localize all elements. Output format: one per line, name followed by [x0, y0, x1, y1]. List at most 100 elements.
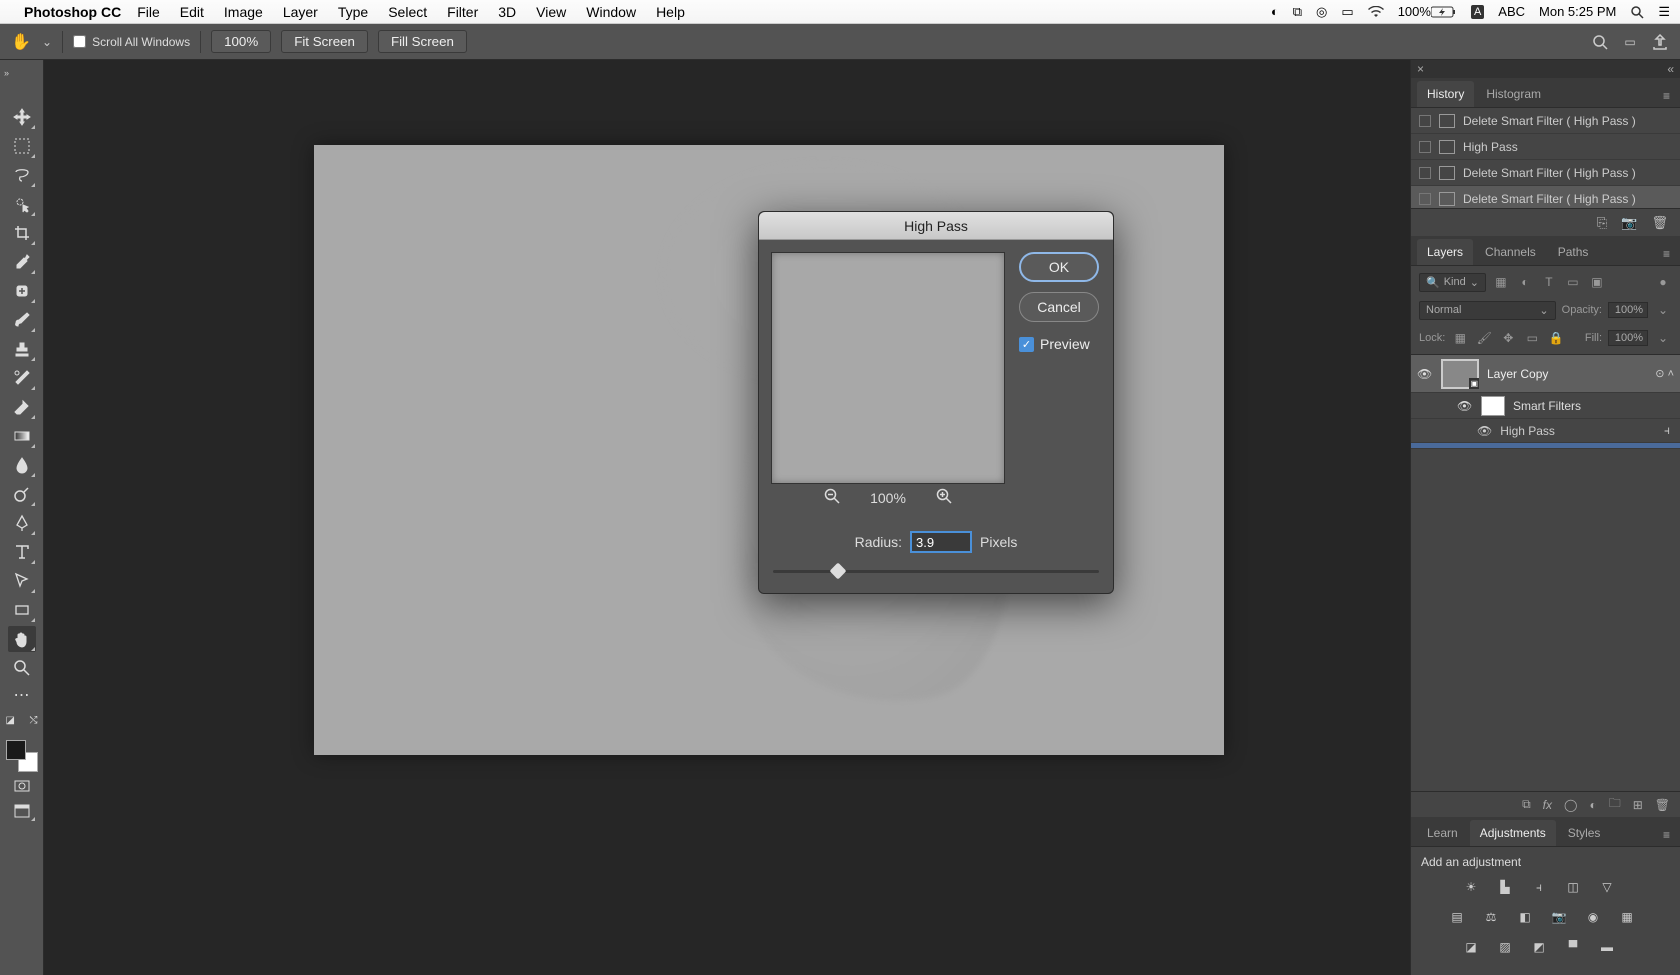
channel-mixer-icon[interactable]: ◉ [1583, 907, 1603, 927]
visibility-icon[interactable]: 👁 [1457, 399, 1473, 413]
close-panel-icon[interactable]: × [1417, 62, 1424, 76]
lasso-tool[interactable] [8, 162, 36, 188]
adjustment-layer-icon[interactable]: ◐ [1589, 798, 1596, 812]
vibrance-icon[interactable]: ▽ [1597, 877, 1617, 897]
move-tool[interactable] [8, 104, 36, 130]
layer-thumbnail[interactable]: ▣ [1441, 359, 1479, 389]
filter-name[interactable]: High Pass [1500, 424, 1555, 438]
snapshot-icon[interactable]: 📷 [1621, 215, 1637, 231]
ime-label[interactable]: ABC [1498, 4, 1525, 19]
scroll-all-windows-checkbox[interactable]: Scroll All Windows [73, 35, 190, 49]
canvas-area[interactable] [44, 60, 1410, 975]
tab-styles[interactable]: Styles [1558, 820, 1611, 846]
tool-preset-dropdown[interactable]: ⌄ [42, 35, 52, 49]
filter-type-icon[interactable]: T [1540, 274, 1558, 290]
menu-help[interactable]: Help [656, 4, 685, 20]
dropbox-icon[interactable]: ⧉ [1293, 4, 1302, 20]
gradient-map-icon[interactable]: ▀ [1563, 937, 1583, 957]
opacity-value[interactable]: 100% [1608, 302, 1648, 318]
layer-row[interactable]: 👁 ▣ Layer Copy ⊙ ˄ [1411, 355, 1680, 393]
menu-icon[interactable]: ☰ [1658, 4, 1670, 20]
invert-icon[interactable]: ◪ [1461, 937, 1481, 957]
visibility-icon[interactable]: 👁 [1417, 367, 1433, 381]
panel-menu-icon[interactable]: ≡ [1659, 824, 1674, 846]
menu-file[interactable]: File [137, 4, 160, 20]
collapse-panel-icon[interactable]: « [1667, 62, 1674, 76]
menu-window[interactable]: Window [586, 4, 636, 20]
color-swatch[interactable] [6, 740, 38, 772]
panel-menu-icon[interactable]: ≡ [1659, 85, 1674, 107]
marquee-tool[interactable] [8, 133, 36, 159]
threshold-icon[interactable]: ◩ [1529, 937, 1549, 957]
lut-icon[interactable]: ▦ [1617, 907, 1637, 927]
tab-histogram[interactable]: Histogram [1476, 81, 1551, 107]
brush-tool[interactable] [8, 307, 36, 333]
healing-tool[interactable] [8, 278, 36, 304]
link-layers-icon[interactable]: ⧉ [1522, 797, 1531, 812]
filter-shape-icon[interactable]: ▭ [1564, 274, 1582, 290]
delete-state-icon[interactable]: 🗑 [1651, 215, 1668, 231]
bw-icon[interactable]: ◧ [1515, 907, 1535, 927]
zoom-tool[interactable] [8, 655, 36, 681]
cc-icon[interactable]: ◎ [1316, 4, 1327, 20]
menu-filter[interactable]: Filter [447, 4, 478, 20]
new-document-from-state-icon[interactable]: ⎘ [1597, 215, 1607, 231]
history-item[interactable]: Delete Smart Filter ( High Pass ) [1411, 186, 1680, 208]
airplay-icon[interactable]: ▭ [1341, 4, 1353, 20]
history-item[interactable]: High Pass [1411, 134, 1680, 160]
lock-paint-icon[interactable]: 🖌 [1475, 330, 1493, 346]
history-item[interactable]: Delete Smart Filter ( High Pass ) [1411, 160, 1680, 186]
eyedropper-tool[interactable] [8, 249, 36, 275]
balance-icon[interactable]: ⚖ [1481, 907, 1501, 927]
menu-view[interactable]: View [536, 4, 566, 20]
swap-colors[interactable]: ◪⤭ [6, 709, 38, 731]
gradient-tool[interactable] [8, 423, 36, 449]
ime-indicator[interactable]: A [1471, 5, 1484, 19]
status-icon[interactable]: ◐ [1271, 4, 1279, 19]
smart-filters-row[interactable]: 👁 Smart Filters [1411, 393, 1680, 419]
workspace-icon[interactable]: ▭ [1620, 32, 1640, 52]
visibility-icon[interactable]: 👁 [1477, 424, 1492, 438]
hand-tool-icon[interactable]: ✋ [10, 32, 32, 52]
filter-mask-thumbnail[interactable] [1481, 396, 1505, 416]
quick-mask[interactable] [8, 775, 36, 797]
path-select-tool[interactable] [8, 568, 36, 594]
zoom-level-button[interactable]: 100% [211, 30, 271, 53]
opacity-dropdown-icon[interactable]: ⌄ [1654, 302, 1672, 318]
radius-slider[interactable] [773, 563, 1099, 581]
search-icon[interactable] [1590, 32, 1610, 52]
tab-history[interactable]: History [1417, 81, 1474, 107]
filter-adjust-icon[interactable]: ◐ [1516, 274, 1534, 290]
history-item[interactable]: Delete Smart Filter ( High Pass ) [1411, 108, 1680, 134]
app-name[interactable]: Photoshop CC [24, 4, 121, 20]
layer-mask-icon[interactable]: ◯ [1564, 798, 1577, 812]
selective-color-icon[interactable]: ▬ [1597, 937, 1617, 957]
fill-value[interactable]: 100% [1608, 330, 1648, 346]
battery-status[interactable]: 100% [1398, 4, 1457, 19]
toolbar-expand[interactable]: » [0, 68, 9, 84]
smart-object-badge[interactable]: ⊙ ˄ [1655, 367, 1674, 380]
zoom-in-icon[interactable] [936, 488, 952, 507]
history-brush-tool[interactable] [8, 365, 36, 391]
lock-position-icon[interactable]: ✥ [1499, 330, 1517, 346]
crop-tool[interactable] [8, 220, 36, 246]
tab-paths[interactable]: Paths [1548, 239, 1599, 265]
menu-3d[interactable]: 3D [498, 4, 516, 20]
stamp-tool[interactable] [8, 336, 36, 362]
eraser-tool[interactable] [8, 394, 36, 420]
rectangle-tool[interactable] [8, 597, 36, 623]
panel-menu-icon[interactable]: ≡ [1659, 243, 1674, 265]
hand-tool[interactable] [8, 626, 36, 652]
menu-edit[interactable]: Edit [180, 4, 204, 20]
radius-input[interactable] [910, 531, 972, 553]
dialog-preview[interactable] [771, 252, 1005, 484]
blur-tool[interactable] [8, 452, 36, 478]
posterize-icon[interactable]: ▨ [1495, 937, 1515, 957]
menu-select[interactable]: Select [388, 4, 427, 20]
edit-toolbar[interactable]: ⋯ [8, 684, 36, 706]
clock[interactable]: Mon 5:25 PM [1539, 4, 1616, 19]
preview-checkbox[interactable]: ✓ Preview [1019, 336, 1099, 352]
share-icon[interactable] [1650, 32, 1670, 52]
delete-layer-icon[interactable]: 🗑 [1655, 798, 1670, 812]
filter-smart-icon[interactable]: ▣ [1588, 274, 1606, 290]
